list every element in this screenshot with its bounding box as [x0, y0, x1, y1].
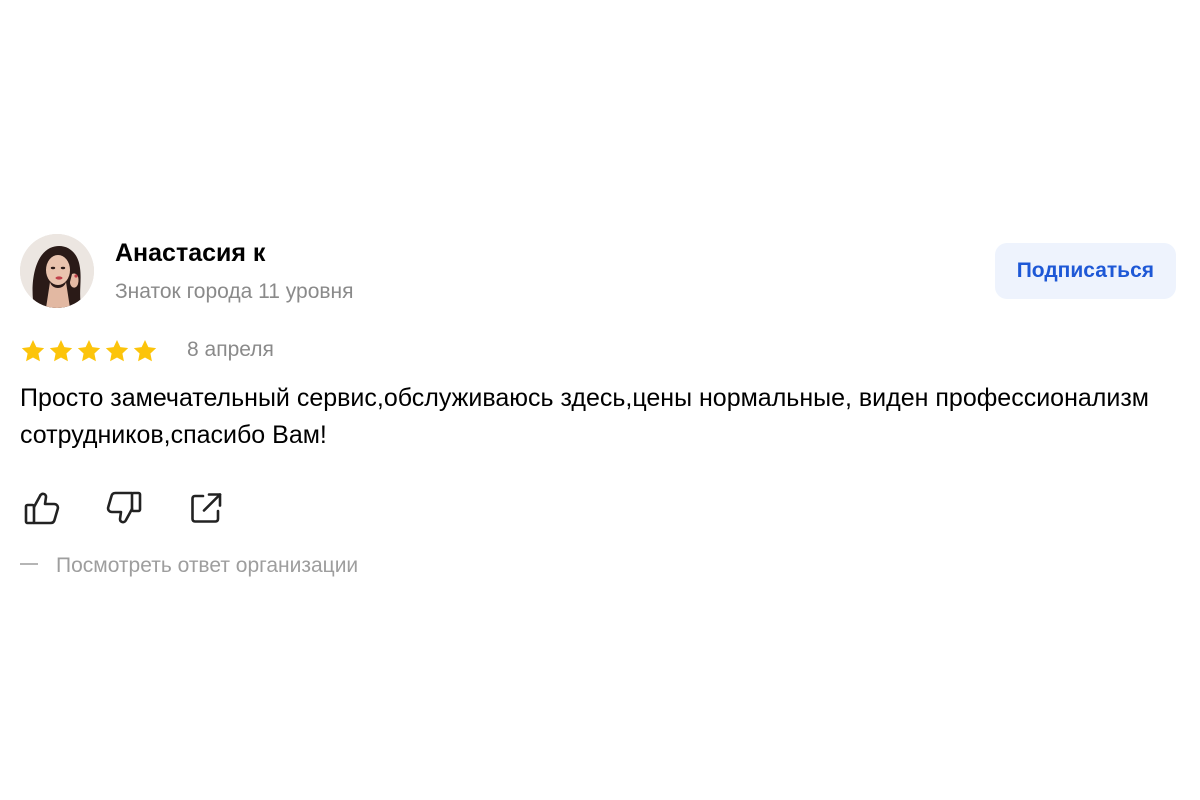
org-reply-toggle[interactable]: Посмотреть ответ организации: [20, 554, 1180, 584]
thumbs-down-icon: [104, 488, 144, 528]
like-button[interactable]: [20, 486, 64, 530]
org-reply-label: Посмотреть ответ организации: [56, 554, 359, 577]
star-icon: [48, 338, 74, 364]
share-icon: [186, 488, 226, 528]
avatar[interactable]: [20, 234, 94, 308]
review-text: Просто замечательный сервис,обслуживаюсь…: [20, 384, 1149, 449]
subscribe-button[interactable]: Подписаться: [994, 243, 1176, 299]
star-icon: [104, 338, 130, 364]
star-icon: [20, 338, 46, 364]
review-date: 8 апреля: [187, 338, 274, 361]
review-card: Анастасия к Знаток города 11 уровня Подп…: [20, 234, 1180, 584]
review-header: Анастасия к Знаток города 11 уровня Подп…: [20, 234, 1180, 310]
review-actions: [20, 486, 1180, 530]
star-icon: [76, 338, 102, 364]
author-name[interactable]: Анастасия к: [115, 239, 265, 268]
dash-icon: [20, 563, 38, 566]
star-icon: [132, 338, 158, 364]
share-button[interactable]: [184, 486, 228, 530]
rating-row: 8 апреля: [20, 335, 1180, 371]
dislike-button[interactable]: [102, 486, 146, 530]
thumbs-up-icon: [22, 488, 62, 528]
author-level: Знаток города 11 уровня: [115, 280, 354, 303]
star-rating: [20, 338, 158, 364]
